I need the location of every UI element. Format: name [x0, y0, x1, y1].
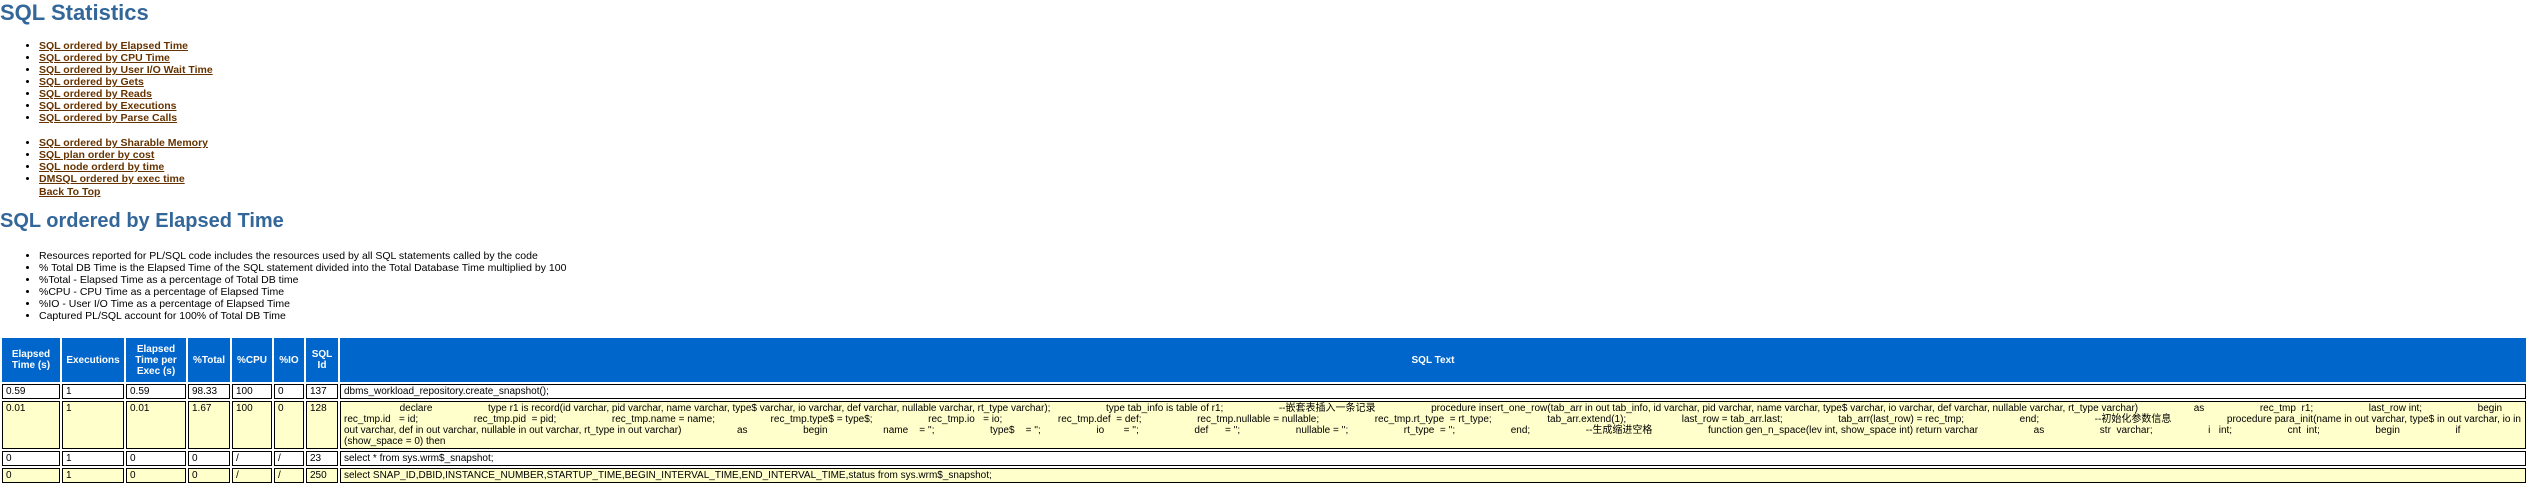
- link-sql-node-by-time[interactable]: SQL node orderd by time: [39, 161, 164, 173]
- cell-sql-id: 23: [306, 451, 338, 466]
- cell-sql-id: 250: [306, 468, 338, 483]
- link-sql-by-cpu-time[interactable]: SQL ordered by CPU Time: [39, 52, 170, 64]
- col-header-pct-total: %Total: [188, 338, 230, 382]
- list-item: SQL ordered by User I/O Wait Time: [39, 64, 213, 76]
- col-header-elapsed-time: Elapsed Time (s): [2, 338, 60, 382]
- cell-pct-io: /: [274, 468, 304, 483]
- cell-pct-total: 1.67: [188, 401, 230, 449]
- note-item: %CPU - CPU Time as a percentage of Elaps…: [39, 286, 566, 298]
- cell-executions: 1: [62, 384, 124, 399]
- cell-pct-cpu: /: [232, 468, 272, 483]
- col-header-executions: Executions: [62, 338, 124, 382]
- cell-sql-text: declare type r1 is record(id varchar, pi…: [340, 401, 2526, 449]
- cell-sql-text: select * from sys.wrm$_snapshot;: [340, 451, 2526, 466]
- cell-elapsed-time: 0.01: [2, 401, 60, 449]
- cell-sql-id: 128: [306, 401, 338, 449]
- link-sql-plan-by-cost[interactable]: SQL plan order by cost: [39, 149, 154, 161]
- note-item: Resources reported for PL/SQL code inclu…: [39, 250, 566, 262]
- section-title: SQL ordered by Elapsed Time: [0, 210, 284, 232]
- note-item: %Total - Elapsed Time as a percentage of…: [39, 274, 566, 286]
- list-item: SQL ordered by Reads: [39, 88, 213, 100]
- col-header-pct-cpu: %CPU: [232, 338, 272, 382]
- sql-elapsed-time-table: Elapsed Time (s) Executions Elapsed Time…: [0, 336, 2528, 485]
- cell-pct-io: 0: [274, 401, 304, 449]
- table-row: 0 1 0 0 / / 250 select SNAP_ID,DBID,INST…: [2, 468, 2526, 483]
- cell-sql-text: dbms_workload_repository.create_snapshot…: [340, 384, 2526, 399]
- col-header-sql-id: SQL Id: [306, 338, 338, 382]
- list-item: SQL node orderd by time: [39, 161, 208, 173]
- cell-pct-total: 0: [188, 451, 230, 466]
- link-sql-by-reads[interactable]: SQL ordered by Reads: [39, 88, 152, 100]
- table-row: 0.59 1 0.59 98.33 100 0 137 dbms_workloa…: [2, 384, 2526, 399]
- list-item: SQL plan order by cost: [39, 149, 208, 161]
- table-row: 0 1 0 0 / / 23 select * from sys.wrm$_sn…: [2, 451, 2526, 466]
- list-item: SQL ordered by CPU Time: [39, 52, 213, 64]
- cell-sql-id: 137: [306, 384, 338, 399]
- col-header-pct-io: %IO: [274, 338, 304, 382]
- list-item: SQL ordered by Sharable Memory: [39, 137, 208, 149]
- cell-elapsed-per-exec: 0.01: [126, 401, 186, 449]
- list-item: DMSQL ordered by exec time: [39, 173, 208, 185]
- link-sql-by-parse-calls[interactable]: SQL ordered by Parse Calls: [39, 112, 177, 124]
- table-header-row: Elapsed Time (s) Executions Elapsed Time…: [2, 338, 2526, 382]
- cell-pct-cpu: /: [232, 451, 272, 466]
- cell-elapsed-time: 0.59: [2, 384, 60, 399]
- cell-sql-text: select SNAP_ID,DBID,INSTANCE_NUMBER,STAR…: [340, 468, 2526, 483]
- cell-executions: 1: [62, 401, 124, 449]
- cell-executions: 1: [62, 451, 124, 466]
- link-sql-by-user-io-wait[interactable]: SQL ordered by User I/O Wait Time: [39, 64, 213, 76]
- back-to-top-link[interactable]: Back To Top: [39, 186, 100, 198]
- cell-executions: 1: [62, 468, 124, 483]
- link-sql-by-executions[interactable]: SQL ordered by Executions: [39, 100, 177, 112]
- notes-list: Resources reported for PL/SQL code inclu…: [39, 250, 566, 322]
- cell-pct-cpu: 100: [232, 401, 272, 449]
- note-item: % Total DB Time is the Elapsed Time of t…: [39, 262, 566, 274]
- link-dmsql-by-exec-time[interactable]: DMSQL ordered by exec time: [39, 173, 185, 185]
- cell-pct-cpu: 100: [232, 384, 272, 399]
- sql-stats-links: SQL ordered by Elapsed Time SQL ordered …: [39, 40, 213, 124]
- note-item: Captured PL/SQL account for 100% of Tota…: [39, 310, 566, 322]
- cell-elapsed-time: 0: [2, 451, 60, 466]
- cell-elapsed-per-exec: 0: [126, 451, 186, 466]
- list-item: SQL ordered by Elapsed Time: [39, 40, 213, 52]
- cell-elapsed-per-exec: 0.59: [126, 384, 186, 399]
- list-item: SQL ordered by Parse Calls: [39, 112, 213, 124]
- col-header-elapsed-per-exec: Elapsed Time per Exec (s): [126, 338, 186, 382]
- table-row: 0.01 1 0.01 1.67 100 0 128 declare type …: [2, 401, 2526, 449]
- link-sql-by-sharable-memory[interactable]: SQL ordered by Sharable Memory: [39, 137, 208, 149]
- sql-stats-links-2: SQL ordered by Sharable Memory SQL plan …: [39, 137, 208, 185]
- link-sql-by-elapsed-time[interactable]: SQL ordered by Elapsed Time: [39, 40, 188, 52]
- col-header-sql-text: SQL Text: [340, 338, 2526, 382]
- cell-elapsed-per-exec: 0: [126, 468, 186, 483]
- cell-pct-io: /: [274, 451, 304, 466]
- cell-pct-total: 98.33: [188, 384, 230, 399]
- list-item: SQL ordered by Gets: [39, 76, 213, 88]
- link-sql-by-gets[interactable]: SQL ordered by Gets: [39, 76, 144, 88]
- cell-pct-total: 0: [188, 468, 230, 483]
- note-item: %IO - User I/O Time as a percentage of E…: [39, 298, 566, 310]
- list-item: SQL ordered by Executions: [39, 100, 213, 112]
- cell-elapsed-time: 0: [2, 468, 60, 483]
- page-title: SQL Statistics: [0, 0, 149, 25]
- cell-pct-io: 0: [274, 384, 304, 399]
